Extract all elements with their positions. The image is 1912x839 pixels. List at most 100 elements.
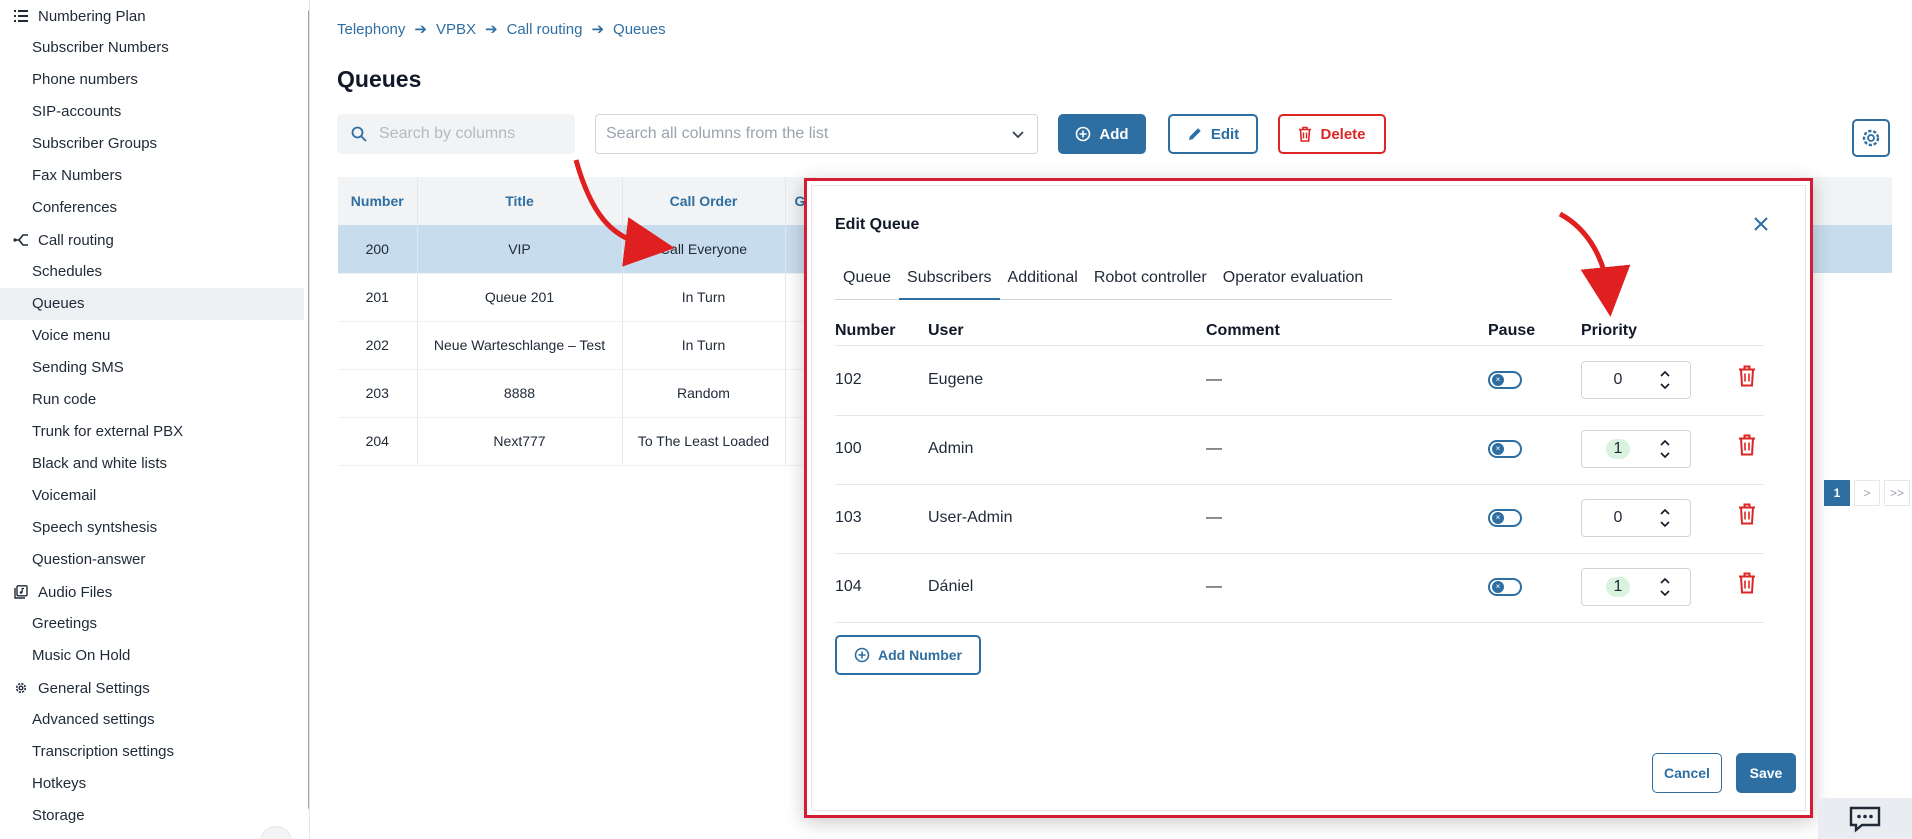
sidebar-group-call-routing[interactable]: Call routing (0, 224, 309, 256)
tab-robot-controller[interactable]: Robot controller (1086, 264, 1215, 300)
stepper-arrows-icon[interactable] (1660, 368, 1670, 392)
sidebar-item-phone-numbers[interactable]: Phone numbers (0, 64, 304, 96)
subscriber-number: 104 (835, 578, 862, 595)
tab-operator-evaluation[interactable]: Operator evaluation (1215, 264, 1372, 300)
table-row[interactable]: 204 Next777 To The Least Loaded (338, 417, 816, 466)
breadcrumb-call-routing[interactable]: Call routing (507, 21, 583, 38)
sidebar-item-queues[interactable]: Queues (0, 288, 304, 320)
sidebar-item-schedules[interactable]: Schedules (0, 256, 304, 288)
sidebar: Numbering Plan Subscriber Numbers Phone … (0, 0, 310, 839)
sidebar-item-conferences[interactable]: Conferences (0, 192, 304, 224)
cell-title: Neue Warteschlange – Test (417, 321, 623, 370)
sidebar-item-voice-menu[interactable]: Voice menu (0, 320, 304, 352)
sidebar-item-advanced-settings[interactable]: Advanced settings (0, 704, 304, 736)
table-selected-row-overflow (1800, 225, 1892, 273)
breadcrumb-queues[interactable]: Queues (613, 21, 666, 38)
sidebar-item-run-code[interactable]: Run code (0, 384, 304, 416)
columns-select-placeholder: Search all columns from the list (606, 125, 829, 142)
column-header-title[interactable]: Title (417, 177, 623, 225)
tab-queue[interactable]: Queue (835, 264, 899, 300)
sidebar-item-voicemail[interactable]: Voicemail (0, 480, 304, 512)
sidebar-item-black-white-lists[interactable]: Black and white lists (0, 448, 304, 480)
page-button-current[interactable]: 1 (1824, 480, 1850, 506)
subscriber-user: User-Admin (928, 509, 1013, 526)
pause-toggle[interactable]: × (1488, 509, 1522, 527)
breadcrumb-telephony[interactable]: Telephony (337, 21, 405, 38)
chat-icon (1849, 806, 1881, 833)
sidebar-item-music-on-hold[interactable]: Music On Hold (0, 640, 304, 672)
column-header-comment: Comment (1206, 322, 1280, 339)
priority-stepper[interactable]: 1 (1581, 430, 1691, 468)
table-row[interactable]: 202 Neue Warteschlange – Test In Turn (338, 321, 816, 370)
priority-stepper[interactable]: 0 (1581, 361, 1691, 399)
gear-icon (1862, 129, 1880, 147)
sidebar-item-sending-sms[interactable]: Sending SMS (0, 352, 304, 384)
cancel-button[interactable]: Cancel (1652, 753, 1722, 793)
close-button[interactable] (1753, 216, 1769, 237)
search-box[interactable] (337, 114, 575, 154)
cell-number: 204 (338, 417, 418, 466)
remove-subscriber-button[interactable] (1738, 365, 1756, 392)
priority-value: 1 (1606, 577, 1630, 597)
sidebar-item-question-answer[interactable]: Question-answer (0, 544, 304, 576)
close-icon: × (1492, 443, 1504, 455)
columns-select[interactable]: Search all columns from the list (595, 114, 1038, 154)
save-button[interactable]: Save (1736, 753, 1796, 793)
stepper-arrows-icon[interactable] (1660, 506, 1670, 530)
queues-table: Number Title Call Order G 200 VIP Call E… (338, 177, 816, 466)
page-title: Queues (337, 66, 422, 92)
delete-button[interactable]: Delete (1278, 114, 1386, 154)
edit-button[interactable]: Edit (1168, 114, 1258, 154)
table-row[interactable]: 200 VIP Call Everyone (338, 225, 816, 274)
sidebar-item-subscriber-numbers[interactable]: Subscriber Numbers (0, 32, 304, 64)
tab-additional[interactable]: Additional (1000, 264, 1086, 300)
sidebar-item-subscriber-groups[interactable]: Subscriber Groups (0, 128, 304, 160)
column-header-number[interactable]: Number (338, 177, 418, 225)
cell-call-order: Call Everyone (622, 225, 786, 274)
sidebar-group-label: Numbering Plan (38, 7, 146, 25)
priority-value: 0 (1613, 509, 1623, 526)
chat-button[interactable] (1818, 798, 1912, 839)
sidebar-item-greetings[interactable]: Greetings (0, 608, 304, 640)
search-input[interactable] (379, 125, 559, 143)
pause-toggle[interactable]: × (1488, 578, 1522, 596)
stepper-arrows-icon[interactable] (1660, 437, 1670, 461)
subscribers-header: Number User Comment Pause Priority (835, 316, 1764, 346)
page-next-button[interactable]: > (1854, 480, 1880, 506)
trash-icon (1739, 365, 1755, 387)
remove-subscriber-button[interactable] (1738, 434, 1756, 461)
sidebar-item-transcription-settings[interactable]: Transcription settings (0, 736, 304, 768)
pause-toggle[interactable]: × (1488, 371, 1522, 389)
page-last-button[interactable]: >> (1884, 480, 1910, 506)
priority-stepper[interactable]: 1 (1581, 568, 1691, 606)
table-row[interactable]: 201 Queue 201 In Turn (338, 273, 816, 322)
sidebar-item-storage[interactable]: Storage (0, 800, 304, 832)
pause-toggle[interactable]: × (1488, 440, 1522, 458)
priority-stepper[interactable]: 0 (1581, 499, 1691, 537)
sidebar-group-audio-files[interactable]: Audio Files (0, 576, 309, 608)
remove-subscriber-button[interactable] (1738, 572, 1756, 599)
close-icon: × (1492, 581, 1504, 593)
remove-subscriber-button[interactable] (1738, 503, 1756, 530)
sidebar-scrollbar[interactable] (308, 8, 309, 811)
column-header-call-order[interactable]: Call Order (622, 177, 786, 225)
table-row[interactable]: 203 8888 Random (338, 369, 816, 418)
add-button[interactable]: Add (1058, 114, 1146, 154)
sidebar-group-general-settings[interactable]: General Settings (0, 672, 309, 704)
add-number-button[interactable]: Add Number (835, 635, 981, 675)
sidebar-group-numbering-plan[interactable]: Numbering Plan (0, 0, 309, 32)
sidebar-item-sip-accounts[interactable]: SIP-accounts (0, 96, 304, 128)
sidebar-item-trunk-external-pbx[interactable]: Trunk for external PBX (0, 416, 304, 448)
plus-circle-icon (1076, 126, 1091, 142)
subscriber-number: 103 (835, 509, 862, 526)
cell-title: VIP (417, 225, 623, 274)
table-settings-button[interactable] (1852, 119, 1890, 157)
sidebar-item-hotkeys[interactable]: Hotkeys (0, 768, 304, 800)
tab-subscribers[interactable]: Subscribers (899, 264, 1000, 300)
stepper-arrows-icon[interactable] (1660, 575, 1670, 599)
breadcrumb-vpbx[interactable]: VPBX (436, 21, 476, 38)
column-header-pause: Pause (1488, 322, 1536, 339)
subscriber-user: Dániel (928, 578, 974, 595)
sidebar-item-fax-numbers[interactable]: Fax Numbers (0, 160, 304, 192)
sidebar-item-speech-synthesis[interactable]: Speech syntshesis (0, 512, 304, 544)
